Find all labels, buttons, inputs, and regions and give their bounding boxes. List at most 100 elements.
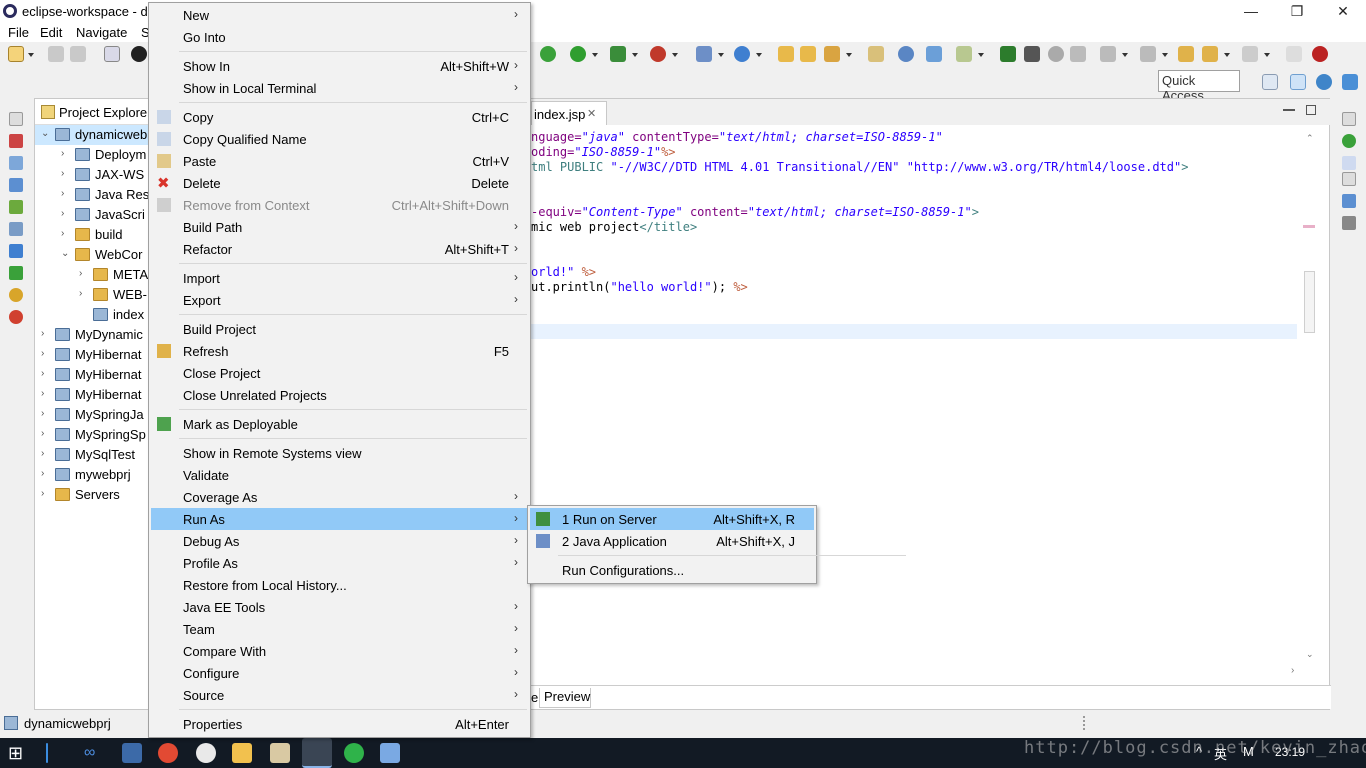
menu-item-show-in[interactable]: Show In Alt+Shift+W › — [151, 55, 528, 77]
app-taskbar-5-icon[interactable] — [270, 743, 290, 763]
scroll-thumb[interactable] — [1304, 271, 1315, 333]
tree-expand-toggle[interactable]: › — [41, 488, 51, 499]
menu-item-delete[interactable]: ✖ Delete Delete — [151, 172, 528, 194]
restore-right-2-icon[interactable] — [1342, 172, 1356, 186]
tree-expand-toggle[interactable]: › — [61, 228, 71, 239]
restore-icon[interactable] — [9, 112, 23, 126]
run-server-icon[interactable] — [610, 46, 626, 62]
forward-icon[interactable] — [1242, 46, 1258, 62]
save-all-icon[interactable] — [70, 46, 86, 62]
menu-item-compare-with[interactable]: Compare With › — [151, 640, 528, 662]
file-explorer-icon[interactable] — [232, 743, 252, 763]
menu-item-java-ee-tools[interactable]: Java EE Tools › — [151, 596, 528, 618]
app-taskbar-8-icon[interactable] — [380, 743, 400, 763]
scroll-down-icon[interactable]: ⌄ — [1306, 649, 1314, 660]
menu-item-new[interactable]: New › — [151, 4, 528, 26]
tree-item[interactable]: › MyDynamic — [35, 325, 151, 345]
scroll-right-icon[interactable]: › — [1291, 665, 1294, 676]
external-tools-icon[interactable] — [650, 46, 666, 62]
menu-navigate[interactable]: Navigate — [76, 25, 127, 40]
tree-item[interactable]: › MyHibernat — [35, 385, 151, 405]
search-tool-icon[interactable] — [824, 46, 840, 62]
debug-run-icon[interactable] — [1000, 46, 1016, 62]
tree-expand-toggle[interactable]: › — [61, 148, 71, 159]
open-resource-icon[interactable] — [800, 46, 816, 62]
package-view-icon[interactable] — [9, 200, 23, 214]
last-edit-icon[interactable] — [1178, 46, 1194, 62]
app-taskbar-7-icon[interactable] — [344, 743, 364, 763]
profile-icon[interactable] — [131, 46, 147, 62]
new-class-icon[interactable] — [734, 46, 750, 62]
menu-item-copy[interactable]: Copy Ctrl+C — [151, 106, 528, 128]
open-perspective-icon[interactable] — [1262, 74, 1278, 90]
menu-item-show-in-remote-systems-view[interactable]: Show in Remote Systems view — [151, 442, 528, 464]
preview-tab[interactable]: Preview — [539, 688, 591, 708]
minimize-editor-icon[interactable] — [1283, 109, 1295, 111]
terminate-icon[interactable] — [1048, 46, 1064, 62]
menu-item-restore-from-local-history[interactable]: Restore from Local History... — [151, 574, 528, 596]
menu-item-refactor[interactable]: Refactor Alt+Shift+T › — [151, 238, 528, 260]
menu-item-show-in-local-terminal[interactable]: Show in Local Terminal › — [151, 77, 528, 99]
console-view-icon[interactable] — [9, 244, 23, 258]
tree-item[interactable]: › MyHibernat — [35, 345, 151, 365]
tree-item[interactable]: › META — [35, 265, 151, 285]
tree-expand-toggle[interactable]: › — [41, 368, 51, 379]
tree-expand-toggle[interactable]: › — [61, 188, 71, 199]
tree-item[interactable]: ⌄ WebCor — [35, 245, 151, 265]
annotation-icon[interactable] — [956, 46, 972, 62]
bug-icon[interactable] — [1312, 46, 1328, 62]
navigator-view-icon[interactable] — [9, 222, 23, 236]
close-tab-icon[interactable]: ✕ — [587, 107, 596, 120]
debug-perspective-icon[interactable] — [1342, 74, 1358, 90]
tree-item[interactable]: › MySpringJa — [35, 405, 151, 425]
app-taskbar-1-icon[interactable] — [122, 743, 142, 763]
hierarchy-view-icon[interactable] — [9, 178, 23, 192]
menu-item-debug-as[interactable]: Debug As › — [151, 530, 528, 552]
run-icon[interactable] — [570, 46, 586, 62]
menu-item-build-project[interactable]: Build Project — [151, 318, 528, 340]
tree-item[interactable]: › JAX-WS — [35, 165, 151, 185]
disconnect-icon[interactable] — [1070, 46, 1086, 62]
menu-item-validate[interactable]: Validate — [151, 464, 528, 486]
tree-expand-toggle[interactable]: ⌄ — [41, 128, 51, 139]
menu-item-copy-qualified-name[interactable]: Copy Qualified Name — [151, 128, 528, 150]
close-window-button[interactable]: ✕ — [1320, 0, 1366, 24]
web-browser-icon[interactable] — [898, 46, 914, 62]
snippets-view-icon[interactable] — [9, 266, 23, 280]
menu-item-export[interactable]: Export › — [151, 289, 528, 311]
tree-item[interactable]: › Java Res — [35, 185, 151, 205]
tree-expand-toggle[interactable]: › — [41, 448, 51, 459]
outline-right-icon[interactable] — [1342, 194, 1356, 208]
save-icon[interactable] — [48, 46, 64, 62]
menu-item-import[interactable]: Import › — [151, 267, 528, 289]
tree-expand-toggle[interactable]: › — [79, 268, 89, 279]
prev-annotation-icon[interactable] — [1140, 46, 1156, 62]
search-taskbar-icon[interactable] — [46, 743, 48, 763]
binary-icon[interactable] — [104, 46, 120, 62]
tree-item[interactable]: › Deploym — [35, 145, 151, 165]
tree-item[interactable]: › MyHibernat — [35, 365, 151, 385]
editor-tab-index-jsp[interactable]: index.jsp ✕ — [531, 101, 607, 125]
tree-item[interactable]: › mywebprj — [35, 465, 151, 485]
skip-breakpoints-icon[interactable] — [1024, 46, 1040, 62]
menu-item-run-configurations[interactable]: Run Configurations... — [530, 559, 814, 581]
java-perspective-icon[interactable] — [1316, 74, 1332, 90]
app-taskbar-3-icon[interactable] — [196, 743, 216, 763]
tree-item[interactable]: › MySqlTest — [35, 445, 151, 465]
java-ee-perspective-icon[interactable] — [1290, 74, 1306, 90]
open-type-icon[interactable] — [778, 46, 794, 62]
tree-item[interactable]: › JavaScri — [35, 205, 151, 225]
tree-expand-toggle[interactable]: › — [79, 288, 89, 299]
eclipse-taskbar-icon[interactable] — [302, 738, 332, 768]
tree-item[interactable]: › build — [35, 225, 151, 245]
menu-item-paste[interactable]: Paste Ctrl+V — [151, 150, 528, 172]
project-explorer-tab[interactable]: Project Explore — [35, 99, 151, 125]
menu-item-1-run-on-server[interactable]: 1 Run on Server Alt+Shift+X, R — [530, 508, 814, 530]
markers-view-icon[interactable] — [9, 288, 23, 302]
tree-expand-toggle[interactable]: › — [41, 468, 51, 479]
next-annotation-icon[interactable] — [1100, 46, 1116, 62]
minimize-button[interactable]: — — [1228, 0, 1274, 24]
tree-item[interactable]: index — [35, 305, 151, 325]
menu-item-team[interactable]: Team › — [151, 618, 528, 640]
tree-expand-toggle[interactable]: › — [61, 208, 71, 219]
